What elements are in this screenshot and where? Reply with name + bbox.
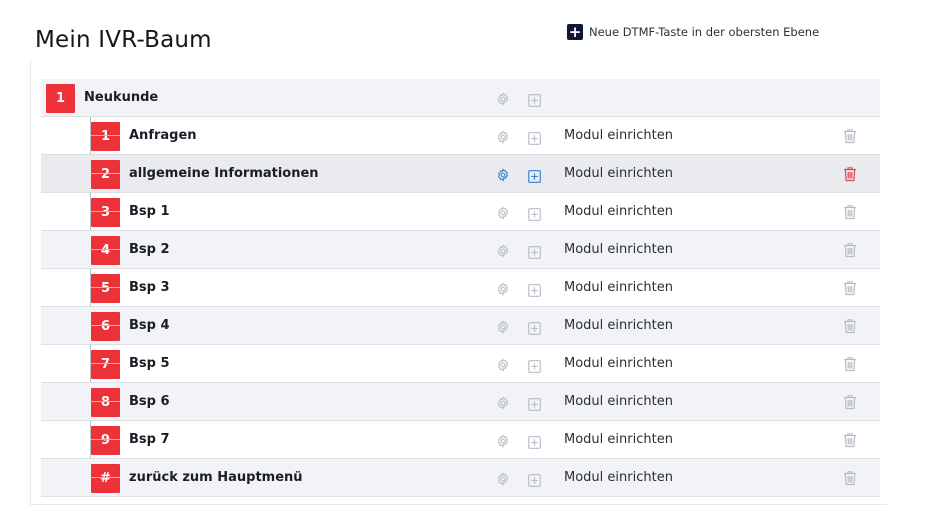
tree-connector-branch xyxy=(90,287,120,288)
dtmf-key-badge: 5 xyxy=(91,274,120,303)
trash-icon[interactable] xyxy=(843,242,857,258)
setup-module-link[interactable]: Modul einrichten xyxy=(564,269,673,306)
dtmf-key-badge: 2 xyxy=(91,160,120,189)
gear-icon[interactable] xyxy=(496,91,510,106)
tree-connector-branch xyxy=(90,477,120,478)
tree-row[interactable]: 7 Bsp 5 Modul einrichten xyxy=(41,345,880,383)
dtmf-key-badge: # xyxy=(91,464,120,493)
tree-row[interactable]: 9 Bsp 7 Modul einrichten xyxy=(41,421,880,459)
trash-icon[interactable] xyxy=(843,356,857,372)
tree-row-root[interactable]: 1 Neukunde xyxy=(41,79,880,117)
setup-module-link[interactable]: Modul einrichten xyxy=(564,383,673,420)
tree-connector-branch xyxy=(90,439,120,440)
dtmf-key-badge: 1 xyxy=(46,84,75,113)
tree-connector-branch xyxy=(90,401,120,402)
gear-icon[interactable] xyxy=(496,281,510,296)
gear-icon[interactable] xyxy=(496,433,510,448)
tree-node-label: Bsp 7 xyxy=(129,432,170,447)
add-child-icon[interactable] xyxy=(528,434,541,449)
tree-node-label: zurück zum Hauptmenü xyxy=(129,470,303,485)
tree-node-label: Bsp 3 xyxy=(129,280,170,295)
dtmf-key-badge: 3 xyxy=(91,198,120,227)
gear-icon[interactable] xyxy=(496,319,510,334)
tree-connector-branch xyxy=(90,211,120,212)
tree-row[interactable]: 3 Bsp 1 Modul einrichten xyxy=(41,193,880,231)
trash-icon[interactable] xyxy=(843,318,857,334)
gear-icon[interactable] xyxy=(496,357,510,372)
setup-module-link[interactable]: Modul einrichten xyxy=(564,345,673,382)
add-root-dtmf-button[interactable]: + Neue DTMF-Taste in der obersten Ebene xyxy=(567,23,819,41)
tree-connector-branch xyxy=(90,249,120,250)
setup-module-link[interactable]: Modul einrichten xyxy=(564,421,673,458)
trash-icon[interactable] xyxy=(843,128,857,144)
tree-node-label: Bsp 4 xyxy=(129,318,170,333)
tree-node-label: Anfragen xyxy=(129,128,197,143)
setup-module-link[interactable]: Modul einrichten xyxy=(564,231,673,268)
ivr-tree: 1 Neukunde 1 Anfragen Modul einrichten 2 allge… xyxy=(30,60,887,505)
tree-node-label: allgemeine Informationen xyxy=(129,166,319,181)
add-child-icon[interactable] xyxy=(528,168,541,183)
setup-module-link[interactable]: Modul einrichten xyxy=(564,459,673,496)
gear-icon[interactable] xyxy=(496,167,510,182)
add-child-icon[interactable] xyxy=(528,472,541,487)
add-child-icon[interactable] xyxy=(528,244,541,259)
tree-node-label: Neukunde xyxy=(84,90,159,105)
gear-icon[interactable] xyxy=(496,471,510,486)
add-child-icon[interactable] xyxy=(528,396,541,411)
setup-module-link[interactable]: Modul einrichten xyxy=(564,117,673,154)
setup-module-link[interactable]: Modul einrichten xyxy=(564,193,673,230)
add-child-icon[interactable] xyxy=(528,282,541,297)
page-title: Mein IVR-Baum xyxy=(35,27,212,54)
tree-node-label: Bsp 6 xyxy=(129,394,170,409)
tree-connector-branch xyxy=(90,173,120,174)
add-child-icon[interactable] xyxy=(528,130,541,145)
tree-node-label: Bsp 2 xyxy=(129,242,170,257)
tree-row[interactable]: 8 Bsp 6 Modul einrichten xyxy=(41,383,880,421)
tree-connector-branch xyxy=(90,135,120,136)
plus-square-icon: + xyxy=(567,23,583,41)
trash-icon[interactable] xyxy=(843,166,857,182)
add-child-icon[interactable] xyxy=(528,92,541,107)
add-root-dtmf-label: Neue DTMF-Taste in der obersten Ebene xyxy=(589,25,820,39)
tree-row[interactable]: 5 Bsp 3 Modul einrichten xyxy=(41,269,880,307)
gear-icon[interactable] xyxy=(496,243,510,258)
dtmf-key-badge: 1 xyxy=(91,122,120,151)
trash-icon[interactable] xyxy=(843,394,857,410)
dtmf-key-badge: 9 xyxy=(91,426,120,455)
tree-connector-branch xyxy=(90,363,120,364)
gear-icon[interactable] xyxy=(496,205,510,220)
dtmf-key-badge: 4 xyxy=(91,236,120,265)
dtmf-key-badge: 7 xyxy=(91,350,120,379)
add-child-icon[interactable] xyxy=(528,206,541,221)
trash-icon[interactable] xyxy=(843,280,857,296)
trash-icon[interactable] xyxy=(843,204,857,220)
tree-row[interactable]: 4 Bsp 2 Modul einrichten xyxy=(41,231,880,269)
trash-icon[interactable] xyxy=(843,470,857,486)
tree-connector-branch xyxy=(90,325,120,326)
add-child-icon[interactable] xyxy=(528,320,541,335)
tree-node-label: Bsp 1 xyxy=(129,204,170,219)
tree-row[interactable]: # zurück zum Hauptmenü Modul einrichten xyxy=(41,459,880,497)
tree-node-label: Bsp 5 xyxy=(129,356,170,371)
add-child-icon[interactable] xyxy=(528,358,541,373)
dtmf-key-badge: 6 xyxy=(91,312,120,341)
tree-row[interactable]: 2 allgemeine Informationen Modul einrichte… xyxy=(41,155,880,193)
tree-row[interactable]: 1 Anfragen Modul einrichten xyxy=(41,117,880,155)
setup-module-link[interactable]: Modul einrichten xyxy=(564,155,673,192)
tree-row[interactable]: 6 Bsp 4 Modul einrichten xyxy=(41,307,880,345)
gear-icon[interactable] xyxy=(496,395,510,410)
setup-module-link[interactable]: Modul einrichten xyxy=(564,307,673,344)
dtmf-key-badge: 8 xyxy=(91,388,120,417)
gear-icon[interactable] xyxy=(496,129,510,144)
trash-icon[interactable] xyxy=(843,432,857,448)
